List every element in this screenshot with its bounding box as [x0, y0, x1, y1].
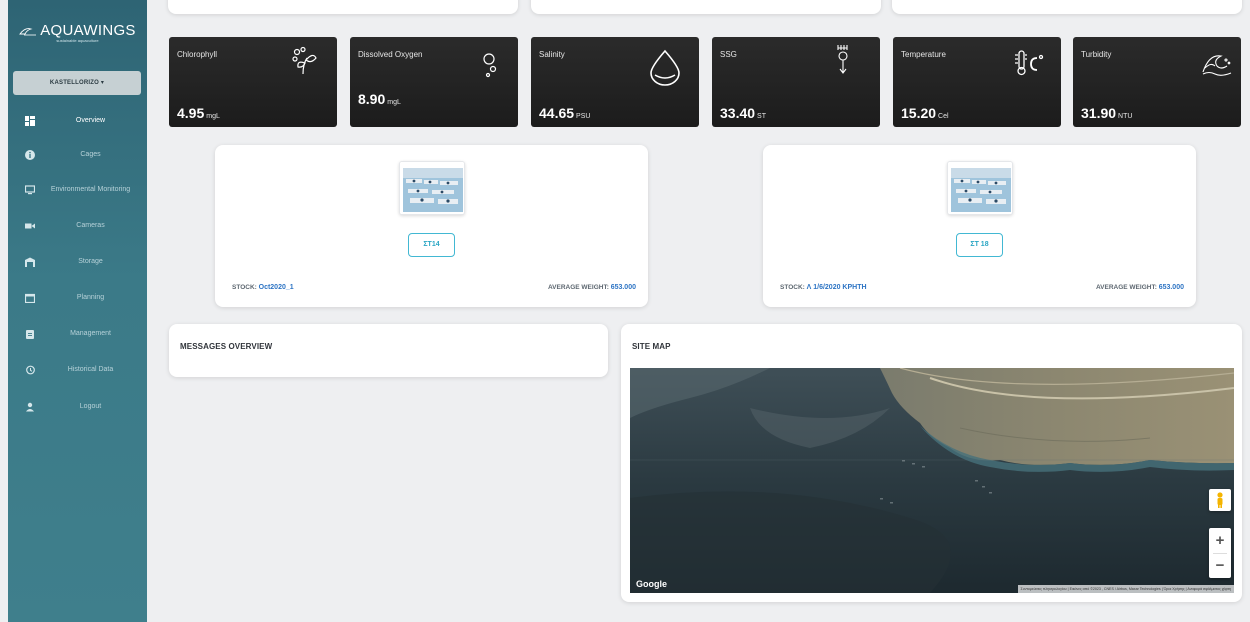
- sidebar-item-label: Environmental Monitoring: [50, 186, 131, 193]
- sidebar-item-label: Historical Data: [67, 366, 114, 373]
- sidebar-item-cameras[interactable]: Cameras: [8, 209, 147, 243]
- metric-unit: ST: [757, 113, 766, 120]
- pegman-icon: [1217, 492, 1223, 508]
- metric-unit: mgL: [387, 99, 401, 106]
- history-icon: [26, 365, 35, 375]
- sidebar-item-cages[interactable]: Cages: [8, 138, 147, 172]
- metric-tile-ssg[interactable]: SSG 33.40 ST: [712, 37, 880, 127]
- cage-card[interactable]: ΣΤ14 STOCK: Oct2020_1 AVERAGE WEIGHT: 65…: [215, 145, 648, 307]
- app-logo[interactable]: AQUAWINGS sustainable aquaculture: [8, 22, 147, 52]
- fish-farm-image: [948, 162, 1012, 214]
- cage-stock: STOCK: Λ 1/6/2020 ΚΡΗΤΗ: [780, 284, 867, 291]
- plant-icon: [292, 46, 317, 75]
- metric-value: 4.95 mgL: [177, 105, 220, 121]
- cage-average-weight: AVERAGE WEIGHT: 653.000: [547, 284, 636, 291]
- zoom-control: + −: [1209, 528, 1231, 578]
- fish-farm-image: [400, 162, 464, 214]
- cage-stock: STOCK: Oct2020_1: [232, 284, 294, 291]
- cage-button[interactable]: ΣΤ14: [408, 233, 455, 257]
- cage-button[interactable]: ΣΤ 18: [956, 233, 1003, 257]
- metric-tile-salinity[interactable]: Salinity 44.65 PSU: [531, 37, 699, 127]
- cage-average-weight: AVERAGE WEIGHT: 653.000: [1095, 284, 1184, 291]
- info-icon: [25, 150, 35, 160]
- metric-value: 33.40 ST: [720, 105, 766, 121]
- metric-tile-turbidity[interactable]: Turbidity 31.90 NTU: [1073, 37, 1241, 127]
- water-drop-icon: [650, 49, 680, 86]
- sidebar-item-label: Overview: [75, 117, 106, 124]
- bubbles-icon: [483, 53, 497, 78]
- metric-value: 44.65 PSU: [539, 105, 591, 121]
- sidebar-item-overview[interactable]: Overview: [8, 104, 147, 138]
- zoom-in-button[interactable]: +: [1209, 528, 1231, 553]
- metric-label: Temperature: [901, 50, 946, 59]
- satellite-map[interactable]: Google Συντομεύσεις πληκτρολογίου | Εικό…: [630, 368, 1234, 593]
- sidebar-item-management[interactable]: Management: [8, 317, 147, 351]
- waves-icon: [1202, 55, 1232, 76]
- top-card: [531, 0, 881, 14]
- wings-logo-icon: [19, 28, 37, 36]
- panel-title: MESSAGES OVERVIEW: [180, 342, 273, 351]
- videocam-icon: [25, 223, 35, 229]
- monitor-icon: [25, 185, 35, 195]
- metric-value: 31.90 NTU: [1081, 105, 1133, 121]
- metric-tile-temperature[interactable]: Temperature 15.20 Cel: [893, 37, 1061, 127]
- top-card: [168, 0, 518, 14]
- metric-label: SSG: [720, 50, 737, 59]
- zoom-out-button[interactable]: −: [1209, 553, 1231, 578]
- sidebar-item-label: Logout: [79, 403, 102, 410]
- metric-unit: NTU: [1118, 113, 1133, 120]
- metric-unit: PSU: [576, 113, 591, 120]
- metric-label: Salinity: [539, 50, 565, 59]
- cage-thumbnail[interactable]: [947, 161, 1013, 215]
- messages-overview-panel: MESSAGES OVERVIEW: [169, 324, 608, 377]
- calendar-icon: [25, 293, 35, 303]
- map-imagery: [630, 368, 1234, 593]
- metric-label: Chlorophyll: [177, 50, 218, 59]
- metric-label: Turbidity: [1081, 50, 1112, 59]
- warehouse-icon: [25, 257, 35, 267]
- sidebar-item-environmental-monitoring[interactable]: Environmental Monitoring: [8, 173, 147, 207]
- sidebar-item-label: Management: [70, 330, 111, 337]
- site-map-panel: SITE MAP Google Συντομεύσεις πληκτρολογί…: [621, 324, 1242, 602]
- probe-icon: [837, 45, 848, 74]
- sidebar-item-label: Cages: [80, 151, 101, 158]
- cage-card[interactable]: ΣΤ 18 STOCK: Λ 1/6/2020 ΚΡΗΤΗ AVERAGE WE…: [763, 145, 1196, 307]
- app-name: AQUAWINGS: [40, 22, 136, 39]
- metric-value: 8.90 mgL: [358, 91, 401, 107]
- sidebar-item-planning[interactable]: Planning: [8, 281, 147, 315]
- cage-thumbnail[interactable]: [399, 161, 465, 215]
- top-card: [892, 0, 1242, 14]
- metric-unit: mgL: [206, 113, 220, 120]
- sidebar-item-logout[interactable]: Logout: [8, 390, 147, 424]
- metric-label: Dissolved Oxygen: [358, 50, 423, 59]
- sidebar-item-historical-data[interactable]: Historical Data: [8, 353, 147, 387]
- clipboard-icon: [26, 330, 34, 339]
- metric-unit: Cel: [938, 113, 949, 120]
- panel-title: SITE MAP: [632, 342, 671, 351]
- sidebar-item-label: Storage: [78, 258, 103, 265]
- dashboard-icon: [25, 116, 35, 126]
- site-selector[interactable]: KASTELLORIZO ▾: [13, 71, 141, 95]
- metric-value: 15.20 Cel: [901, 105, 949, 121]
- metric-tile-dissolved-oxygen[interactable]: Dissolved Oxygen 8.90 mgL: [350, 37, 518, 127]
- google-logo: Google: [636, 579, 667, 589]
- person-icon: [26, 402, 34, 412]
- metric-tile-chlorophyll[interactable]: Chlorophyll 4.95 mgL: [169, 37, 337, 127]
- sidebar: AQUAWINGS sustainable aquaculture KASTEL…: [8, 0, 147, 622]
- sidebar-item-label: Cameras: [76, 222, 105, 229]
- thermometer-icon: [1015, 50, 1044, 76]
- sidebar-item-label: Planning: [76, 294, 105, 301]
- sidebar-item-storage[interactable]: Storage: [8, 245, 147, 279]
- street-view-pegman-button[interactable]: [1209, 489, 1231, 511]
- map-attribution[interactable]: Συντομεύσεις πληκτρολογίου | Εικόνες από…: [1017, 585, 1234, 593]
